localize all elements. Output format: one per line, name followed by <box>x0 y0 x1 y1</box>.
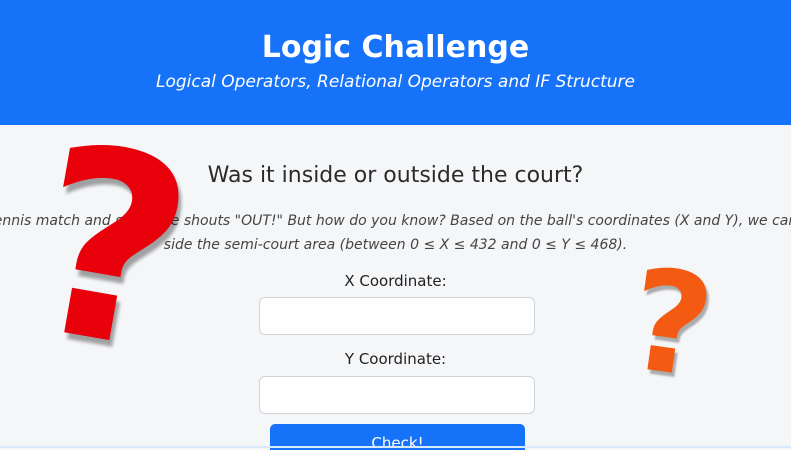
description-text: ennis match and someone shouts "OUT!" Bu… <box>0 209 791 257</box>
x-coordinate-label: X Coordinate: <box>344 272 447 290</box>
x-coordinate-input[interactable] <box>259 297 535 335</box>
question-heading: Was it inside or outside the court? <box>207 163 584 188</box>
description-line-2: side the semi-court area (between 0 ≤ X … <box>163 237 628 253</box>
y-coordinate-label: Y Coordinate: <box>344 350 447 368</box>
main-content: Was it inside or outside the court? enni… <box>0 125 791 450</box>
header-banner: Logic Challenge Logical Operators, Relat… <box>0 0 791 125</box>
bottom-divider <box>0 446 791 448</box>
page-subtitle: Logical Operators, Relational Operators … <box>156 72 635 92</box>
y-coordinate-input[interactable] <box>259 376 535 414</box>
description-line-1: ennis match and someone shouts "OUT!" Bu… <box>0 213 791 229</box>
page-title: Logic Challenge <box>261 30 530 65</box>
